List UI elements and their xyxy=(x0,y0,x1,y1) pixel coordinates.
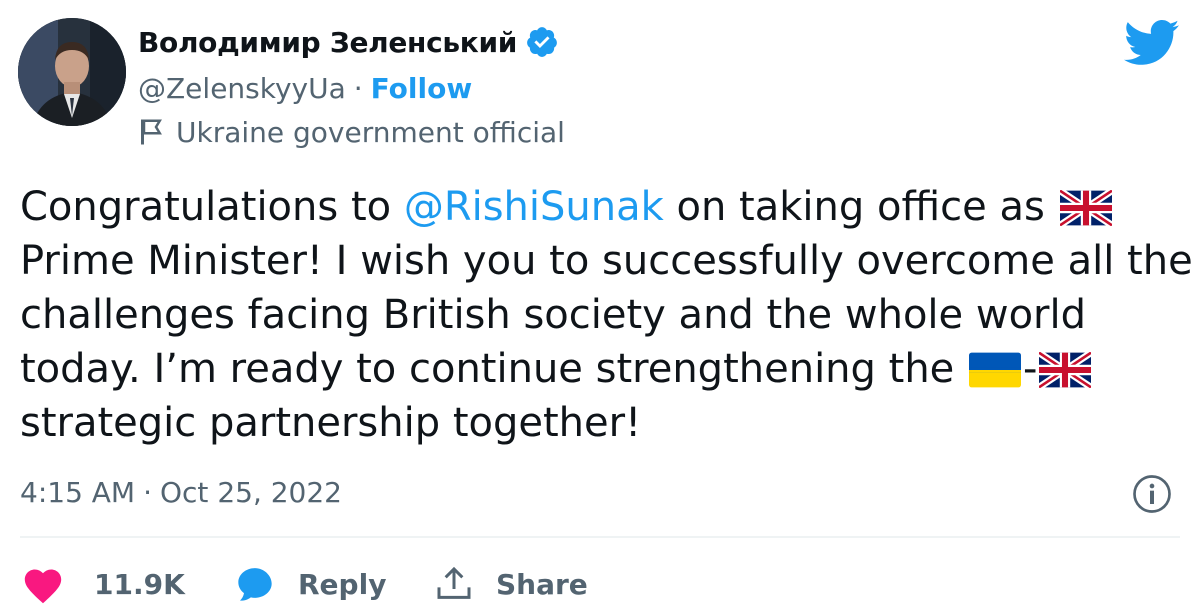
tweet-line: Prime Minister! I wish you to successful… xyxy=(20,238,1193,284)
tweet-line: today. I’m ready to continue strengtheni… xyxy=(20,342,1180,396)
heart-icon xyxy=(24,569,62,604)
separator-dot: · xyxy=(143,475,152,509)
tweet-line: Congratulations to @RishiSunak on taking… xyxy=(20,180,1180,234)
share-label: Share xyxy=(496,567,588,601)
reply-label: Reply xyxy=(298,567,387,601)
tweet-line: challenges facing British society and th… xyxy=(20,292,1086,338)
handle-row: @ZelenskyyUa · Follow xyxy=(138,68,472,108)
separator-dot: · xyxy=(353,71,363,105)
twitter-bird-icon[interactable] xyxy=(1124,18,1180,68)
verified-badge-icon xyxy=(527,27,557,57)
tweet-card: Володимир Зеленський @ZelenskyyUa · Foll… xyxy=(0,0,1200,614)
divider xyxy=(20,536,1180,538)
reply-bubble-icon xyxy=(238,568,272,601)
share-button[interactable]: Share xyxy=(434,564,588,604)
reply-button[interactable]: Reply xyxy=(234,564,434,604)
info-icon[interactable] xyxy=(1132,474,1172,514)
follow-link[interactable]: Follow xyxy=(371,72,473,105)
flag-outline-icon xyxy=(141,119,162,145)
avatar-image xyxy=(18,18,126,126)
account-label: Ukraine government official xyxy=(138,112,565,152)
ukraine-flag-emoji-icon xyxy=(969,352,1021,388)
uk-flag-emoji-icon xyxy=(1039,352,1092,388)
tweet-text: Congratulations to @RishiSunak on taking… xyxy=(20,180,1193,450)
account-label-text: Ukraine government official xyxy=(176,115,565,149)
uk-flag-emoji-icon xyxy=(1059,190,1112,226)
avatar[interactable] xyxy=(18,18,126,126)
share-icon xyxy=(437,566,471,599)
mention-link[interactable]: @RishiSunak xyxy=(404,184,664,230)
tweet-date: Oct 25, 2022 xyxy=(160,475,342,509)
tweet-timestamp[interactable]: 4:15 AM · Oct 25, 2022 xyxy=(20,468,342,516)
tweet-time: 4:15 AM xyxy=(20,475,136,509)
like-count: 11.9K xyxy=(94,567,185,601)
tweet-actions: 11.9K Reply Share xyxy=(20,556,588,612)
like-button[interactable]: 11.9K xyxy=(20,564,234,604)
tweet-line: strategic partnership together! xyxy=(20,400,642,446)
author-handle[interactable]: @ZelenskyyUa xyxy=(138,72,346,105)
author-name[interactable]: Володимир Зеленський xyxy=(138,26,517,59)
author-name-row: Володимир Зеленський xyxy=(138,20,559,64)
